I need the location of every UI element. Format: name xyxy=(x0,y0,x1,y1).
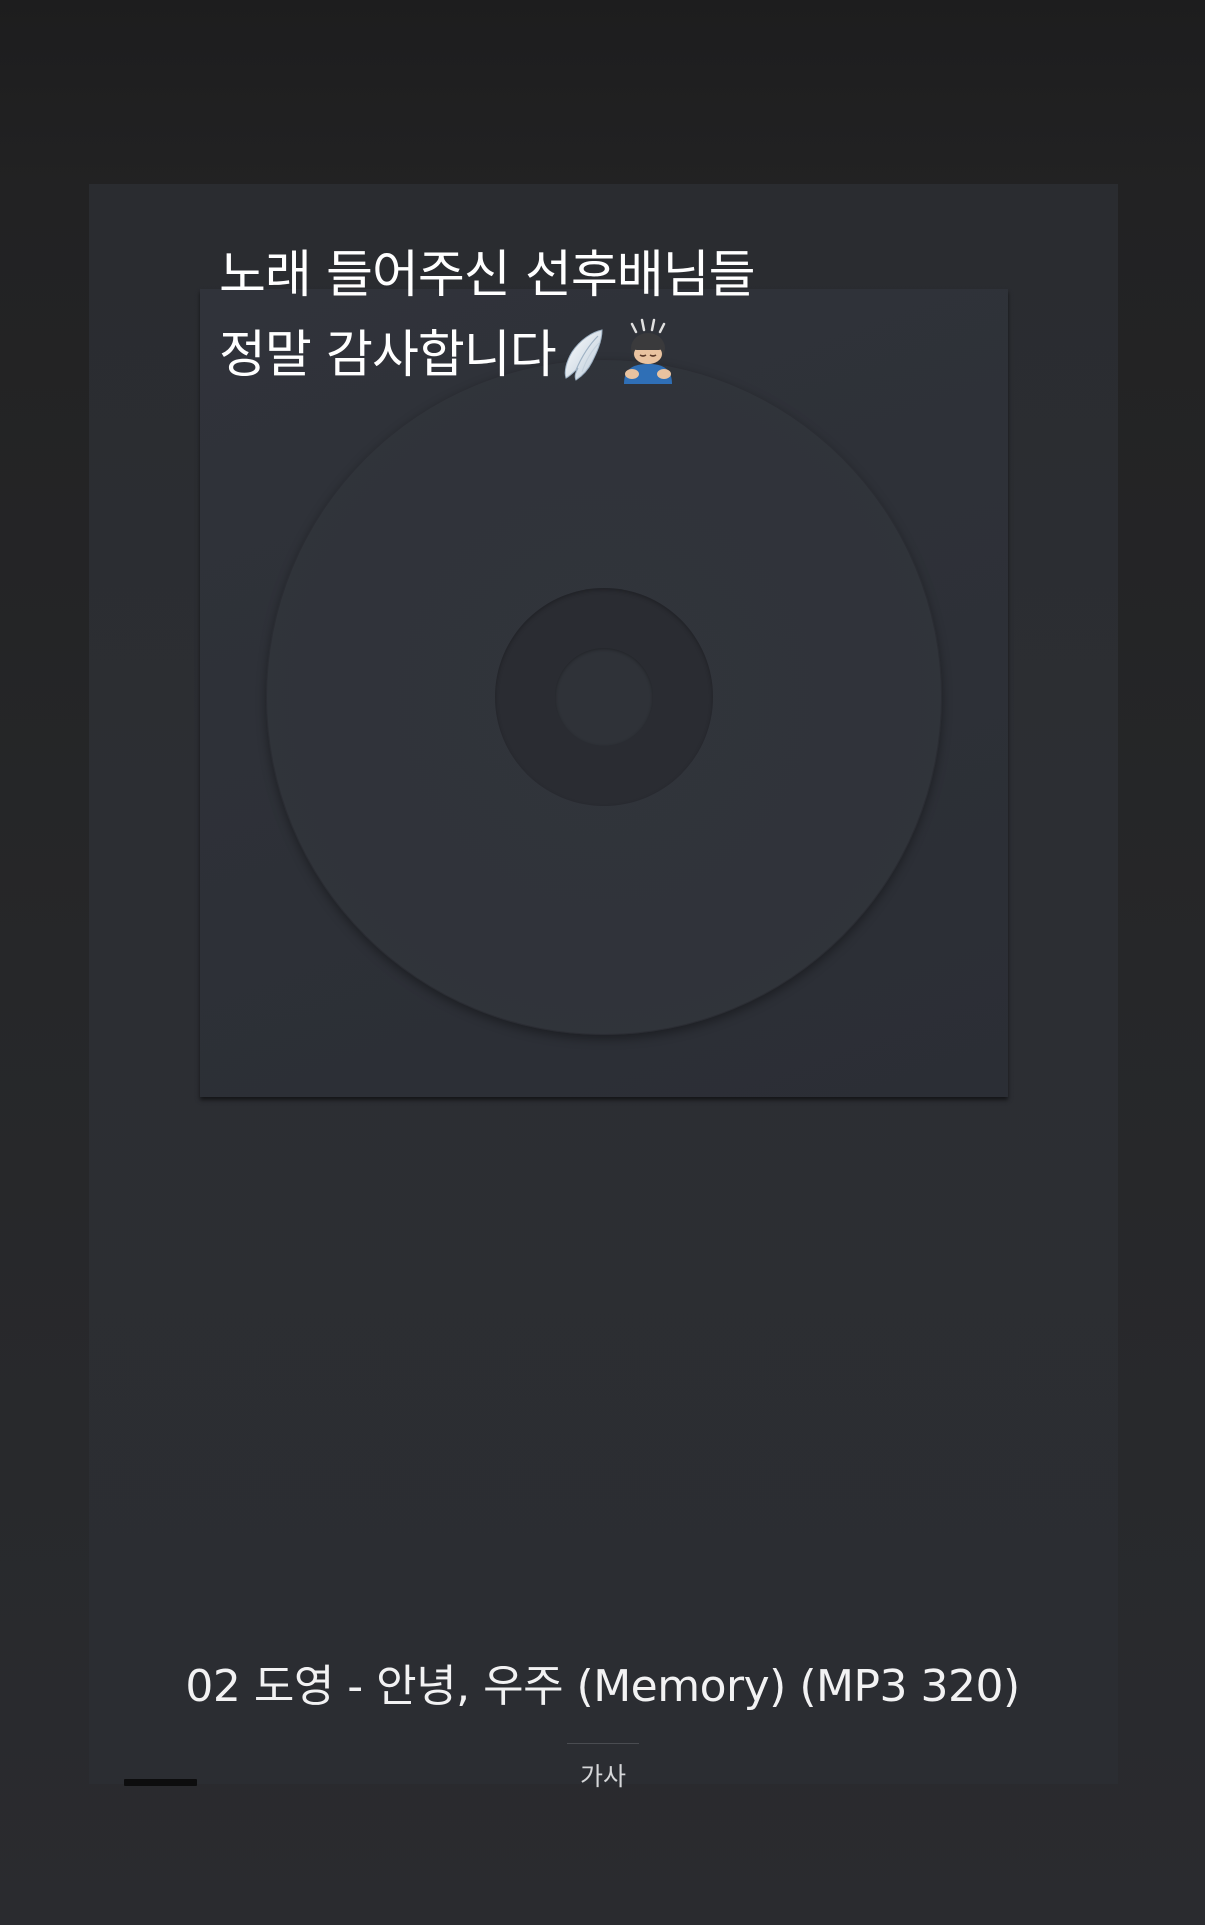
disc-hub xyxy=(495,588,713,806)
tab-lyrics[interactable]: 가사 xyxy=(540,1757,666,1793)
disc-hole xyxy=(555,648,653,746)
caption-line-1: 노래 들어주신 선후배님들 xyxy=(219,246,756,305)
story-caption: 노래 들어주신 선후배님들 정말 감사합니다 xyxy=(219,236,919,396)
bowing-person-icon xyxy=(623,318,672,384)
disc-placeholder-icon xyxy=(266,359,942,1035)
album-cover xyxy=(200,289,1008,1097)
track-title: 02 도영 - 안녕, 우주 (Memory) (MP3 320) xyxy=(185,1661,1020,1712)
caption-line-2-text: 정말 감사합니다 xyxy=(219,326,557,385)
wing-icon xyxy=(564,329,603,381)
story-progress-bar xyxy=(124,1779,197,1786)
lyrics-tab-indicator xyxy=(567,1743,639,1744)
caption-line-2: 정말 감사합니다 xyxy=(219,316,919,396)
